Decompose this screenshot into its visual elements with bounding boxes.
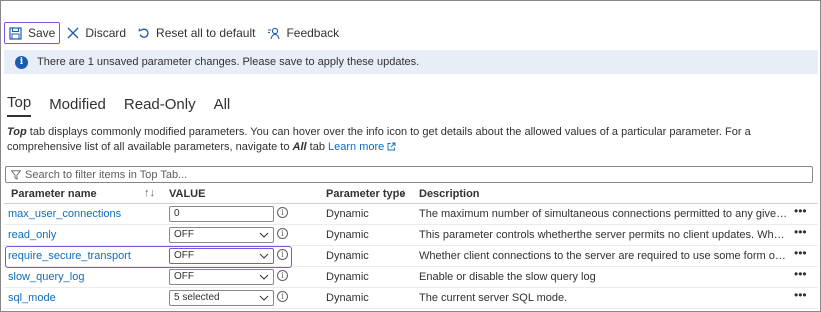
desc-all-emphasis: All [292, 141, 307, 153]
parameter-type: Dynamic [326, 271, 369, 283]
feedback-label: Feedback [286, 26, 340, 40]
modified-row-highlight [5, 246, 292, 268]
parameter-description: The maximum number of simultaneous conne… [419, 208, 788, 220]
save-button[interactable]: Save [4, 22, 61, 44]
more-icon[interactable]: ••• [794, 225, 807, 239]
header-parameter-type[interactable]: Parameter type [326, 188, 406, 200]
tab-description: Top tab displays commonly modified param… [7, 125, 812, 155]
header-parameter-name[interactable]: Parameter name [11, 188, 97, 200]
parameter-type: Dynamic [326, 250, 369, 262]
value-input[interactable]: 0 [169, 206, 274, 222]
value-dropdown[interactable]: OFF [169, 269, 274, 285]
value-text: 5 selected [174, 292, 220, 303]
parameter-type: Dynamic [326, 208, 369, 220]
tab-all[interactable]: All [214, 96, 231, 117]
chevron-down-icon [259, 232, 269, 238]
sort-icon[interactable]: ↑↓ [144, 187, 155, 199]
filter-icon [11, 169, 21, 180]
tab-modified[interactable]: Modified [49, 96, 106, 117]
more-icon[interactable]: ••• [794, 288, 807, 302]
discard-label: Discard [85, 26, 127, 40]
info-icon[interactable]: i [277, 207, 288, 218]
table-header: Parameter name ↑↓ VALUE Parameter type ↑… [4, 184, 818, 204]
learn-more-link[interactable]: Learn more [328, 141, 396, 153]
learn-more-label: Learn more [328, 141, 385, 153]
table-row: max_user_connections 0 i Dynamic The max… [4, 204, 818, 225]
header-description: Description [419, 188, 480, 200]
value-dropdown[interactable]: OFF [169, 227, 274, 243]
search-placeholder: Search to filter items in Top Tab... [25, 168, 188, 181]
parameter-name-link[interactable]: slow_query_log [8, 271, 84, 283]
tab-list: Top Modified Read-Only All [7, 94, 248, 117]
save-label: Save [28, 26, 56, 40]
info-icon[interactable]: i [277, 291, 288, 302]
sort-icon[interactable]: ↑↓ [395, 187, 406, 199]
header-value: VALUE [169, 188, 206, 200]
parameter-description: This parameter controls whetherthe serve… [419, 229, 788, 241]
discard-button[interactable]: Discard [62, 22, 131, 44]
more-icon[interactable]: ••• [794, 246, 807, 260]
feedback-button[interactable]: Feedback [262, 22, 344, 44]
chevron-down-icon [259, 274, 269, 280]
parameter-type: Dynamic [326, 292, 369, 304]
parameter-type: Dynamic [326, 229, 369, 241]
external-link-icon [387, 142, 396, 151]
desc-text-2: tab [306, 141, 329, 153]
feedback-icon [268, 27, 280, 39]
parameter-description: Enable or disable the slow query log [419, 271, 596, 283]
close-icon [67, 27, 79, 39]
tab-top[interactable]: Top [7, 94, 32, 117]
banner-message: There are 1 unsaved parameter changes. P… [37, 56, 420, 68]
info-icon[interactable]: i [277, 270, 288, 281]
reset-all-button[interactable]: Reset all to default [133, 22, 260, 44]
unsaved-changes-banner: i There are 1 unsaved parameter changes.… [4, 50, 818, 74]
info-icon[interactable]: i [277, 228, 288, 239]
filter-search-input[interactable]: Search to filter items in Top Tab... [5, 166, 813, 183]
value-dropdown[interactable]: 5 selected [169, 290, 274, 306]
desc-top-emphasis: Top [7, 126, 27, 138]
table-row: read_only OFF i Dynamic This parameter c… [4, 225, 818, 246]
parameter-description: Whether client connections to the server… [419, 250, 788, 262]
info-icon: i [15, 55, 28, 69]
command-bar: Save Discard Reset all to default Feedba… [4, 21, 346, 45]
parameter-name-link[interactable]: sql_mode [8, 292, 56, 304]
value-text: 0 [174, 208, 180, 219]
undo-icon [138, 28, 149, 38]
reset-label: Reset all to default [156, 26, 256, 40]
parameter-name-link[interactable]: max_user_connections [8, 208, 121, 220]
more-icon[interactable]: ••• [794, 204, 807, 218]
tab-read-only[interactable]: Read-Only [124, 96, 196, 117]
parameter-description: The current server SQL mode. [419, 292, 568, 304]
value-text: OFF [174, 229, 194, 240]
value-text: OFF [174, 271, 194, 282]
table-row: slow_query_log OFF i Dynamic Enable or d… [4, 267, 818, 288]
more-icon[interactable]: ••• [794, 267, 807, 281]
save-icon [9, 26, 22, 40]
table-row: sql_mode 5 selected i Dynamic The curren… [4, 288, 818, 309]
chevron-down-icon [259, 295, 269, 301]
parameter-name-link[interactable]: read_only [8, 229, 56, 241]
